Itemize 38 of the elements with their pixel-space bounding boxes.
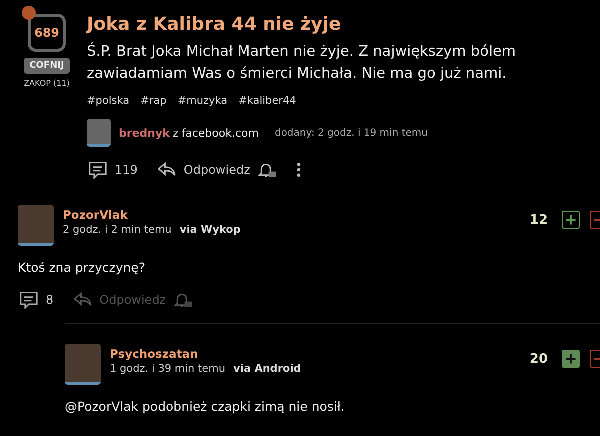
source-prefix: z <box>172 126 179 140</box>
comment-time: 1 godz. i 39 min temu <box>110 363 226 375</box>
author-link[interactable]: brednyk <box>119 126 170 140</box>
comment-via: via Android <box>234 363 302 375</box>
comment-count: 119 <box>115 163 138 177</box>
bell-icon[interactable] <box>256 161 278 179</box>
vote-count: 12 <box>530 212 548 228</box>
avatar-photo-placeholder[interactable] <box>18 205 54 246</box>
reply-count: 8 <box>46 293 54 307</box>
upvote-button[interactable] <box>562 211 580 229</box>
undo-button[interactable]: COFNIJ <box>24 58 70 74</box>
score-count: 689 <box>34 26 60 40</box>
plus-icon <box>565 353 577 365</box>
plus-icon <box>565 214 577 226</box>
tag-link[interactable]: #polska <box>87 95 130 107</box>
vote-count: 20 <box>530 352 548 366</box>
bury-link[interactable]: ZAKOP (11) <box>24 79 70 88</box>
comment-author[interactable]: Psychoszatan <box>110 347 302 361</box>
comment-via: via Wykop <box>180 224 241 236</box>
comment-text: Ktoś zna przyczynę? <box>18 260 146 275</box>
tag-link[interactable]: #muzyka <box>178 95 228 107</box>
reply-icon <box>72 291 94 309</box>
comment-icon[interactable] <box>87 161 109 179</box>
more-icon[interactable] <box>296 161 302 179</box>
source-link[interactable]: facebook.com <box>182 126 259 140</box>
post-body: Ś.P. Brat Joka Michał Marten nie żyje. Z największym bólem zawiadamiam Was o śmierci Michała. Nie ma go już nami. <box>87 42 518 84</box>
comment-time: 2 godz. i 2 min temu <box>63 224 172 236</box>
comment-icon[interactable] <box>18 291 40 309</box>
avatar-photo-placeholder[interactable] <box>65 344 101 385</box>
comment-text: @PozorVlak podobnież czapki zimą nie nosił. <box>65 399 346 414</box>
tag-link[interactable]: #kaliber44 <box>238 95 296 107</box>
post-title[interactable]: Joka z Kalibra 44 nie żyje <box>87 14 600 35</box>
tag-link[interactable]: #rap <box>140 95 167 107</box>
reply-icon <box>156 161 178 179</box>
reply-button[interactable]: Odpowiedz <box>156 161 250 179</box>
added-time: dodany: 2 godz. i 19 min temu <box>274 128 428 138</box>
comment-author[interactable]: PozorVlak <box>63 208 241 222</box>
upvote-button[interactable] <box>562 350 580 368</box>
